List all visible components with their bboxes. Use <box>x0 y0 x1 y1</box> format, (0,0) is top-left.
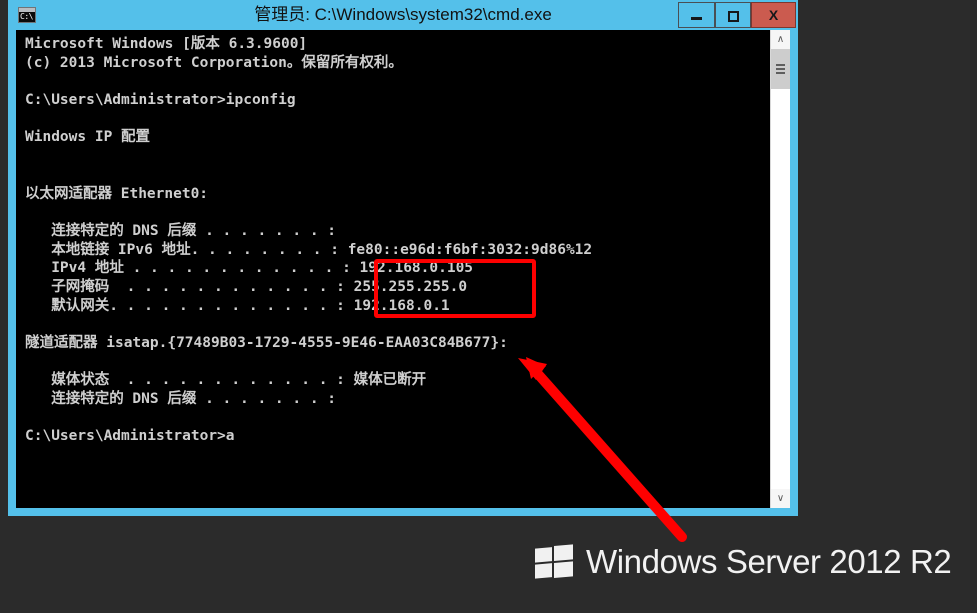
minimize-icon <box>691 17 702 21</box>
windows-logo <box>535 543 573 580</box>
console-line: 媒体状态 . . . . . . . . . . . . : 媒体已断开 <box>25 372 427 389</box>
window-titlebar[interactable]: C:\ 管理员: C:\Windows\system32\cmd.exe X <box>8 0 798 30</box>
console-line: 默认网关. . . . . . . . . . . . . : 192.168.… <box>25 297 450 314</box>
console-line: 子网掩码 . . . . . . . . . . . . : 255.255.2… <box>25 278 468 295</box>
windows-logo-pane <box>554 543 573 561</box>
scrollbar-grip-line <box>776 64 785 66</box>
console-line: 以太网适配器 Ethernet0: <box>25 185 209 202</box>
windows-logo-pane <box>554 560 573 578</box>
cmd-window[interactable]: C:\ 管理员: C:\Windows\system32\cmd.exe X M… <box>8 0 798 516</box>
console-output-area[interactable]: Microsoft Windows [版本 6.3.9600] (c) 2013 … <box>16 30 790 508</box>
console-line: C:\Users\Administrator>ipconfig <box>25 92 296 109</box>
scrollbar-grip-line <box>776 72 785 74</box>
maximize-icon <box>727 10 739 22</box>
console-line: (c) 2013 Microsoft Corporation。保留所有权利。 <box>25 54 403 71</box>
scroll-up-icon[interactable]: ∧ <box>771 30 790 49</box>
maximize-button[interactable] <box>715 2 751 28</box>
console-line: Windows IP 配置 <box>25 129 151 146</box>
scrollbar-grip-line <box>776 68 785 70</box>
windows-logo-pane <box>535 546 552 563</box>
console-scrollbar[interactable]: ∧ ∨ <box>770 30 790 508</box>
windows-server-branding: Windows Server 2012 R2 <box>535 538 952 586</box>
windows-server-label: Windows Server 2012 R2 <box>586 543 952 580</box>
minimize-button[interactable] <box>678 2 715 28</box>
console-line: IPv4 地址 . . . . . . . . . . . . : 192.16… <box>25 260 474 277</box>
scrollbar-thumb[interactable] <box>771 49 790 89</box>
console-text: Microsoft Windows [版本 6.3.9600] (c) 2013 … <box>25 35 760 446</box>
console-line: 连接特定的 DNS 后缀 . . . . . . . : <box>25 222 337 239</box>
console-line: 本地链接 IPv6 地址. . . . . . . . : fe80::e96d… <box>25 241 593 258</box>
console-line: C:\Users\Administrator>a <box>25 428 235 445</box>
close-button[interactable]: X <box>751 2 796 28</box>
desktop-background: C:\ 管理员: C:\Windows\system32\cmd.exe X M… <box>0 0 977 613</box>
console-line: Microsoft Windows [版本 6.3.9600] <box>25 36 308 52</box>
windows-logo-pane <box>535 562 552 579</box>
console-line: 隧道适配器 isatap.{77489B03-1729-4555-9E46-EA… <box>25 335 508 351</box>
console-line: 连接特定的 DNS 后缀 . . . . . . . : <box>25 391 337 408</box>
scroll-down-icon[interactable]: ∨ <box>771 489 790 508</box>
